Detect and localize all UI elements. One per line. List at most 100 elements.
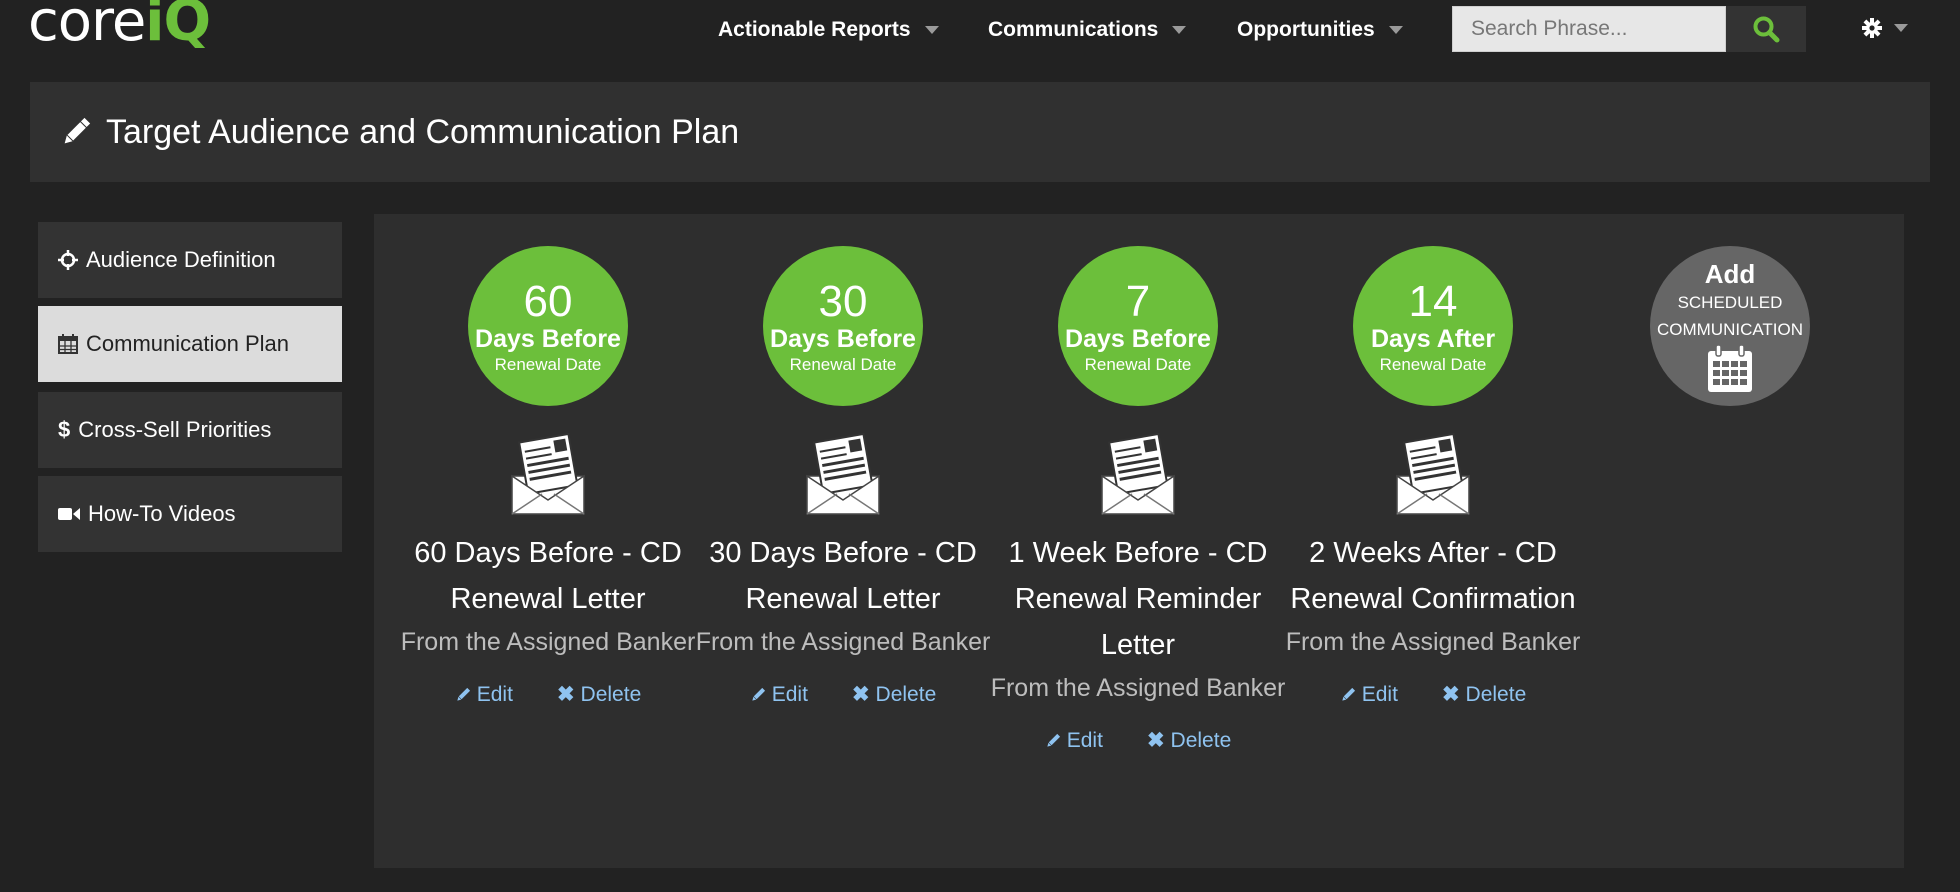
video-camera-icon bbox=[58, 508, 80, 520]
chevron-down-icon bbox=[1172, 26, 1187, 34]
sidebar-item-communication-plan[interactable]: Communication Plan bbox=[38, 306, 342, 382]
card-actions: Edit ✖ Delete bbox=[398, 672, 698, 718]
logo-iq-text: iQ bbox=[145, 0, 211, 54]
nav-communications[interactable]: Communications bbox=[988, 18, 1187, 42]
close-icon: ✖ bbox=[1441, 683, 1460, 706]
close-icon: ✖ bbox=[851, 683, 870, 706]
delete-label: Delete bbox=[580, 683, 642, 706]
delete-label: Delete bbox=[1170, 729, 1232, 752]
nav-label: Opportunities bbox=[1237, 18, 1375, 41]
calendar-icon bbox=[58, 334, 78, 354]
edit-link[interactable]: Edit bbox=[1045, 718, 1103, 764]
timing-number: 7 bbox=[1125, 277, 1151, 326]
edit-link[interactable]: Edit bbox=[750, 672, 808, 718]
sidebar-item-label: Cross-Sell Priorities bbox=[78, 417, 272, 442]
communication-title: 30 Days Before - CD Renewal Letter bbox=[709, 537, 977, 615]
communication-title-block: 60 Days Before - CD Renewal Letter From … bbox=[398, 530, 698, 718]
sidebar-item-cross-sell-priorities[interactable]: $ Cross-Sell Priorities bbox=[38, 392, 342, 468]
timing-reference: Renewal Date bbox=[1084, 355, 1192, 374]
close-icon: ✖ bbox=[556, 683, 575, 706]
delete-label: Delete bbox=[1465, 683, 1527, 706]
crosshair-icon bbox=[58, 250, 78, 270]
settings-menu[interactable] bbox=[1862, 18, 1908, 38]
timing-number: 60 bbox=[523, 277, 573, 326]
communication-sender: From the Assigned Banker bbox=[990, 674, 1286, 702]
chevron-down-icon bbox=[1894, 24, 1908, 32]
delete-link[interactable]: ✖ Delete bbox=[1147, 718, 1231, 764]
card-actions: Edit ✖ Delete bbox=[693, 672, 993, 718]
delete-link[interactable]: ✖ Delete bbox=[1442, 672, 1526, 718]
add-scheduled-communication-button[interactable]: Add SCHEDULED COMMUNICATION bbox=[1650, 246, 1810, 406]
letter-envelope-icon bbox=[1396, 432, 1470, 515]
letter-envelope-icon bbox=[511, 432, 585, 515]
top-navbar: coreiQ Actionable Reports Communications… bbox=[0, 0, 1960, 60]
sidebar-item-label: Communication Plan bbox=[86, 331, 289, 356]
sidebar-item-label: Audience Definition bbox=[86, 247, 276, 272]
pencil-icon bbox=[1047, 733, 1060, 747]
timing-reference: Renewal Date bbox=[1379, 355, 1487, 374]
coreiq-logo[interactable]: coreiQ bbox=[28, 0, 211, 54]
nav-actionable-reports[interactable]: Actionable Reports bbox=[718, 18, 939, 42]
sidebar-item-audience-definition[interactable]: Audience Definition bbox=[38, 222, 342, 298]
timing-badge: 7 Days Before Renewal Date bbox=[1058, 246, 1218, 406]
edit-label: Edit bbox=[1066, 729, 1103, 752]
timing-relation: Days Before bbox=[1065, 325, 1211, 353]
search-button[interactable] bbox=[1726, 6, 1806, 52]
communication-title: 1 Week Before - CD Renewal Reminder Lett… bbox=[1008, 537, 1268, 661]
page-header: Target Audience and Communication Plan bbox=[30, 82, 1930, 182]
letter-envelope-icon bbox=[806, 432, 880, 515]
timing-badge: 14 Days After Renewal Date bbox=[1353, 246, 1513, 406]
edit-link[interactable]: Edit bbox=[455, 672, 513, 718]
page-title: Target Audience and Communication Plan bbox=[106, 112, 740, 151]
nav-label: Communications bbox=[988, 18, 1159, 41]
add-sub-label: COMMUNICATION bbox=[1656, 320, 1804, 339]
edit-label: Edit bbox=[1361, 683, 1398, 706]
timing-reference: Renewal Date bbox=[494, 355, 602, 374]
delete-link[interactable]: ✖ Delete bbox=[557, 672, 641, 718]
timing-number: 14 bbox=[1408, 277, 1458, 326]
edit-link[interactable]: Edit bbox=[1340, 672, 1398, 718]
communication-title-block: 30 Days Before - CD Renewal Letter From … bbox=[693, 530, 993, 718]
sidebar-item-how-to-videos[interactable]: How-To Videos bbox=[38, 476, 342, 552]
communication-title: 2 Weeks After - CD Renewal Confirmation bbox=[1290, 537, 1576, 615]
search-icon bbox=[1753, 16, 1780, 43]
close-icon: ✖ bbox=[1146, 729, 1165, 752]
calendar-icon bbox=[1708, 345, 1752, 392]
timing-reference: Renewal Date bbox=[789, 355, 897, 374]
pencil-icon bbox=[457, 687, 470, 701]
nav-opportunities[interactable]: Opportunities bbox=[1237, 18, 1403, 42]
communication-title-block: 1 Week Before - CD Renewal Reminder Lett… bbox=[988, 530, 1288, 764]
timing-relation: Days After bbox=[1370, 325, 1496, 353]
communication-sender: From the Assigned Banker bbox=[400, 628, 696, 656]
add-sub-label: SCHEDULED bbox=[1677, 293, 1783, 312]
card-actions: Edit ✖ Delete bbox=[1283, 672, 1583, 718]
chevron-down-icon bbox=[1388, 26, 1403, 34]
logo-core-text: core bbox=[28, 0, 146, 54]
chevron-down-icon bbox=[924, 26, 939, 34]
sidebar-item-label: How-To Videos bbox=[88, 501, 236, 526]
timing-relation: Days Before bbox=[770, 325, 916, 353]
communication-sender: From the Assigned Banker bbox=[1285, 628, 1581, 656]
timing-badge: 30 Days Before Renewal Date bbox=[763, 246, 923, 406]
add-label: Add bbox=[1704, 259, 1756, 289]
communication-title-block: 2 Weeks After - CD Renewal Confirmation … bbox=[1283, 530, 1583, 718]
communication-sender: From the Assigned Banker bbox=[695, 628, 991, 656]
search-input[interactable] bbox=[1452, 6, 1726, 52]
timing-number: 30 bbox=[818, 277, 868, 326]
timing-badge: 60 Days Before Renewal Date bbox=[468, 246, 628, 406]
delete-label: Delete bbox=[875, 683, 937, 706]
edit-label: Edit bbox=[476, 683, 513, 706]
timing-relation: Days Before bbox=[475, 325, 621, 353]
pencil-icon bbox=[64, 117, 91, 144]
communication-plan-panel: 60 Days Before Renewal Date 60 Days Befo… bbox=[374, 214, 1904, 868]
dollar-icon: $ bbox=[58, 417, 71, 442]
delete-link[interactable]: ✖ Delete bbox=[852, 672, 936, 718]
pencil-icon bbox=[752, 687, 765, 701]
edit-label: Edit bbox=[771, 683, 808, 706]
card-actions: Edit ✖ Delete bbox=[988, 718, 1288, 764]
pencil-icon bbox=[1342, 687, 1355, 701]
gear-icon bbox=[1862, 18, 1882, 38]
letter-envelope-icon bbox=[1101, 432, 1175, 515]
nav-label: Actionable Reports bbox=[718, 18, 911, 41]
communication-title: 60 Days Before - CD Renewal Letter bbox=[414, 537, 682, 615]
